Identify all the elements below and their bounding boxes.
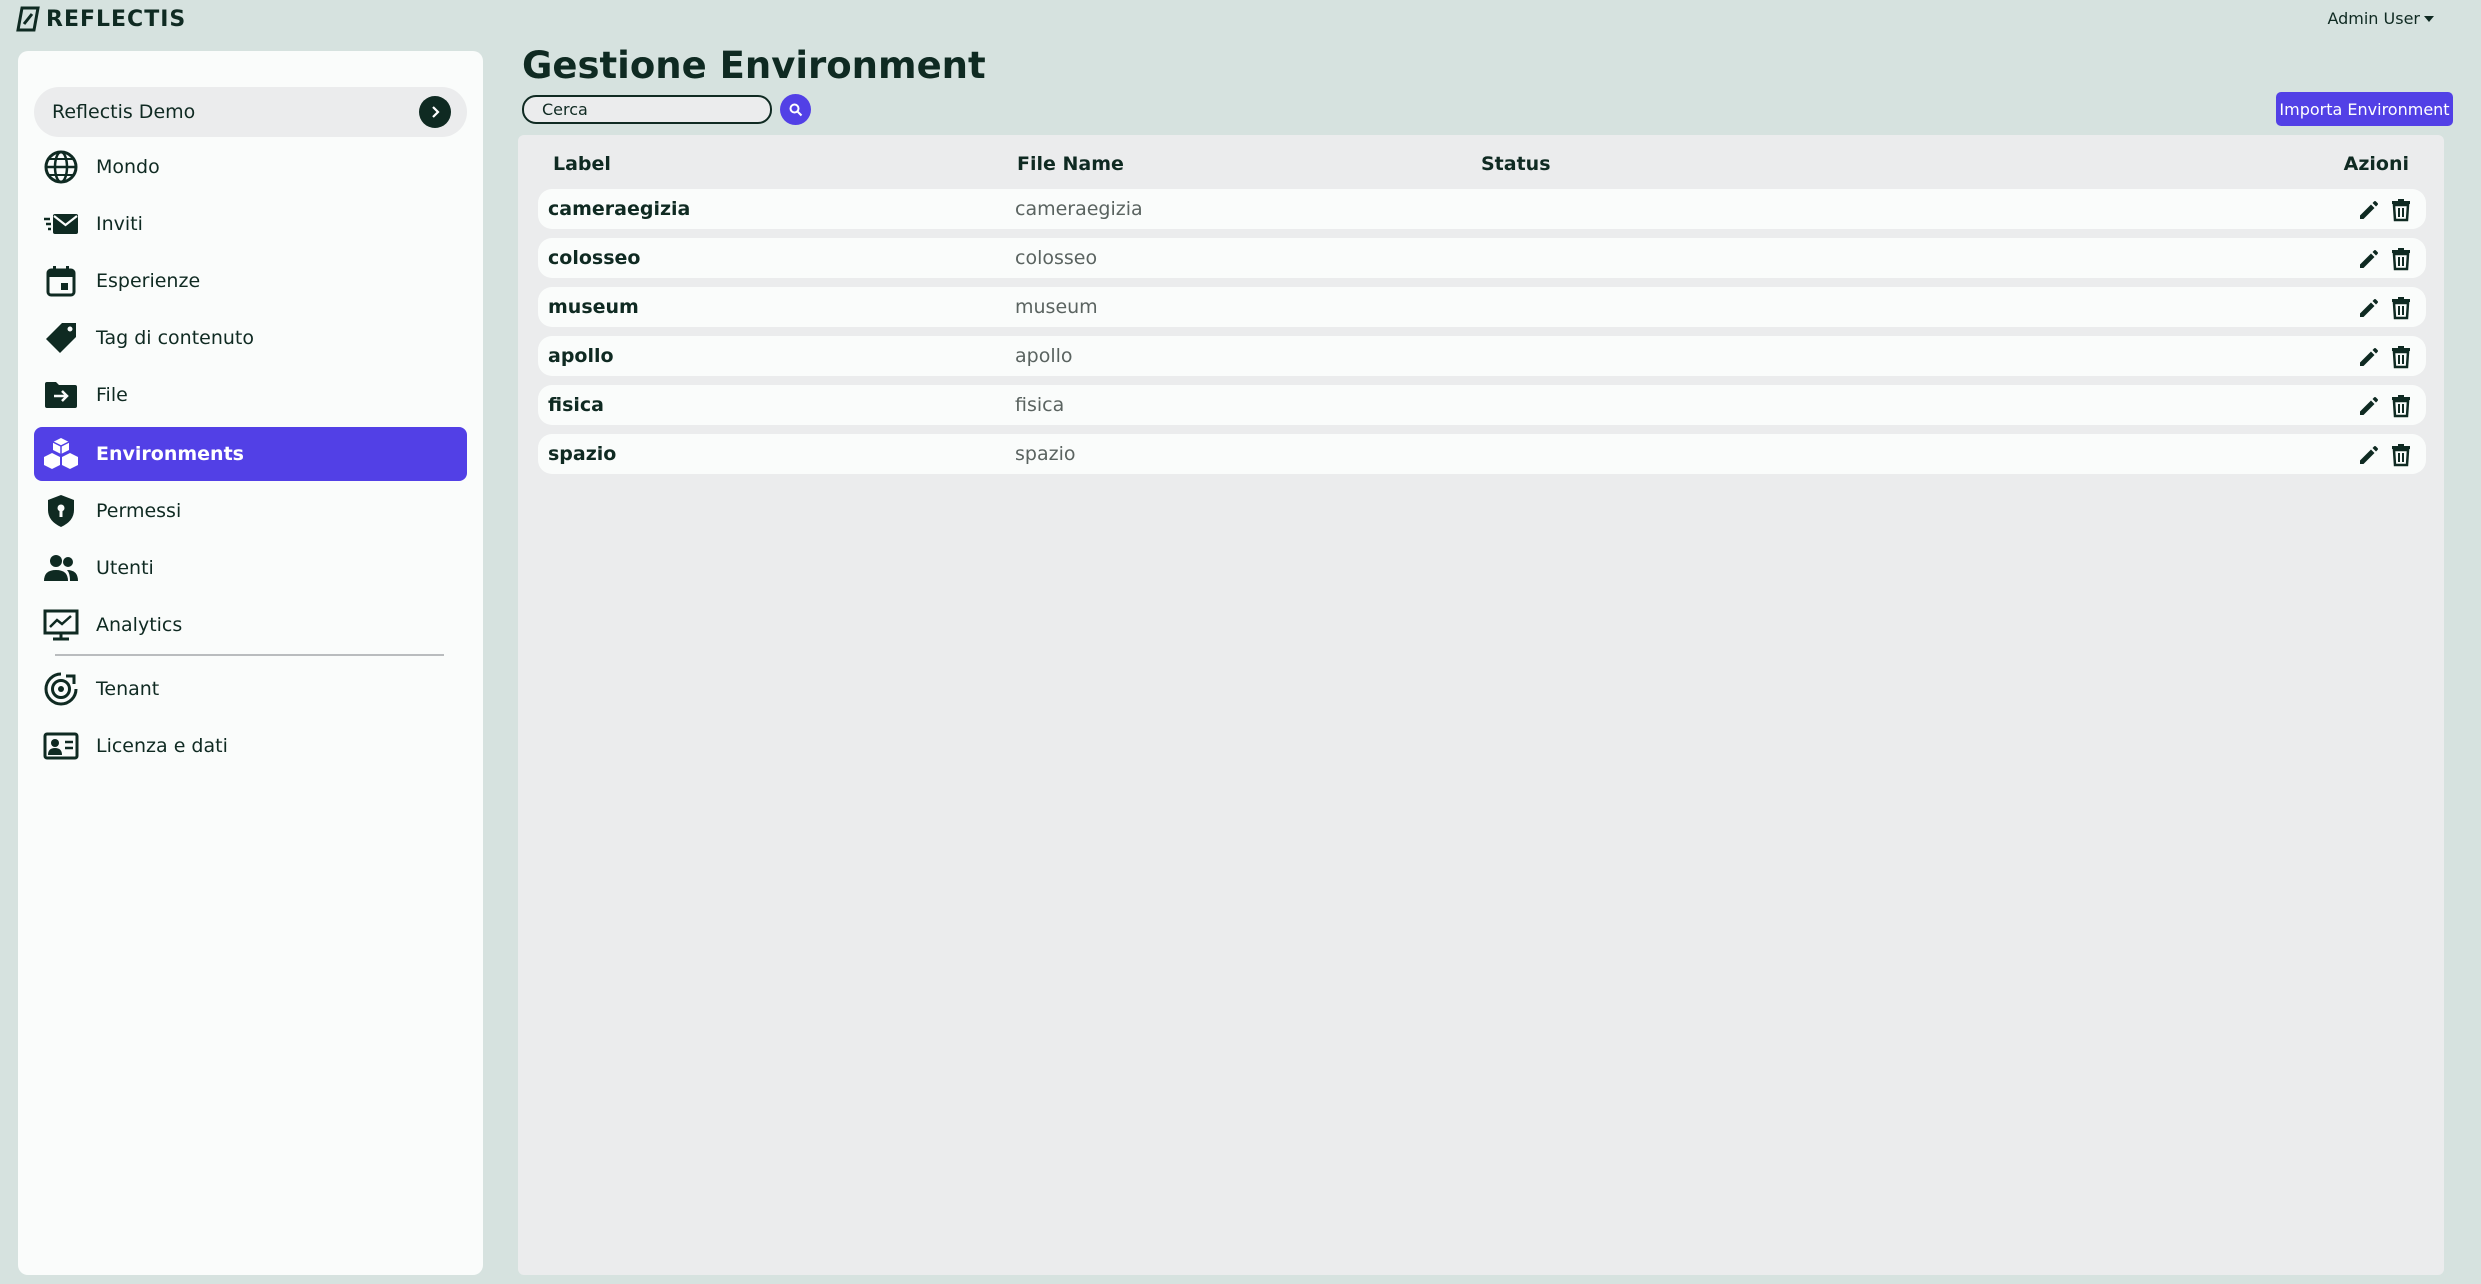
caret-down-icon (2424, 15, 2434, 22)
environments-table: Label File Name Status Azioni cameraegiz… (518, 135, 2444, 1275)
sidebar-item-label: Inviti (96, 213, 143, 235)
column-header-label[interactable]: Label (553, 153, 611, 175)
sidebar-item-licenza[interactable]: Licenza e dati (34, 719, 467, 773)
column-header-status[interactable]: Status (1481, 153, 1551, 175)
sidebar-item-label: Mondo (96, 156, 160, 178)
users-icon (42, 549, 80, 587)
sidebar-item-label: Tag di contenuto (96, 327, 254, 349)
row-label: colosseo (548, 247, 641, 269)
delete-trash-icon[interactable] (2388, 442, 2414, 468)
row-label: spazio (548, 443, 617, 465)
shield-icon (42, 492, 80, 530)
sidebar-item-utenti[interactable]: Utenti (34, 541, 467, 595)
table-row[interactable]: museum museum (538, 287, 2426, 327)
row-file-name: apollo (1015, 345, 1073, 367)
table-row[interactable]: cameraegizia cameraegizia (538, 189, 2426, 229)
sidebar-item-label: Licenza e dati (96, 735, 228, 757)
sidebar-item-tag[interactable]: Tag di contenuto (34, 311, 467, 365)
row-file-name: fisica (1015, 394, 1065, 416)
edit-pencil-icon[interactable] (2356, 393, 2382, 419)
column-header-file-name[interactable]: File Name (1017, 153, 1124, 175)
cubes-icon (42, 435, 80, 473)
table-row[interactable]: apollo apollo (538, 336, 2426, 376)
edit-pencil-icon[interactable] (2356, 295, 2382, 321)
mail-fast-icon (42, 205, 80, 243)
sidebar-item-esperienze[interactable]: Esperienze (34, 254, 467, 308)
sidebar-item-file[interactable]: File (34, 368, 467, 422)
sidebar-item-label: Environments (96, 443, 244, 465)
row-label: museum (548, 296, 639, 318)
row-label: fisica (548, 394, 604, 416)
tenant-selector[interactable]: Reflectis Demo (34, 87, 467, 137)
user-menu[interactable]: Admin User (2327, 9, 2434, 28)
edit-pencil-icon[interactable] (2356, 442, 2382, 468)
row-actions (2356, 344, 2414, 370)
sidebar-item-label: Utenti (96, 557, 154, 579)
search-button[interactable] (780, 94, 811, 125)
sidebar-divider (55, 654, 444, 656)
row-actions (2356, 246, 2414, 272)
row-actions (2356, 197, 2414, 223)
row-actions (2356, 442, 2414, 468)
table-row[interactable]: colosseo colosseo (538, 238, 2426, 278)
reflectis-logo-icon (16, 6, 40, 32)
row-file-name: museum (1015, 296, 1098, 318)
tenant-name: Reflectis Demo (52, 101, 196, 123)
row-actions (2356, 393, 2414, 419)
row-file-name: colosseo (1015, 247, 1098, 269)
delete-trash-icon[interactable] (2388, 246, 2414, 272)
brand-logo[interactable]: REFLECTIS (16, 6, 186, 32)
search-icon (789, 103, 802, 116)
edit-pencil-icon[interactable] (2356, 197, 2382, 223)
calendar-icon (42, 262, 80, 300)
edit-pencil-icon[interactable] (2356, 246, 2382, 272)
table-header: Label File Name Status Azioni (518, 145, 2444, 179)
row-label: cameraegizia (548, 198, 691, 220)
sidebar-item-label: Permessi (96, 500, 182, 522)
id-card-icon (42, 727, 80, 765)
column-header-actions: Azioni (2343, 153, 2409, 175)
delete-trash-icon[interactable] (2388, 393, 2414, 419)
tag-icon (42, 319, 80, 357)
delete-trash-icon[interactable] (2388, 344, 2414, 370)
table-row[interactable]: spazio spazio (538, 434, 2426, 474)
edit-pencil-icon[interactable] (2356, 344, 2382, 370)
page-title: Gestione Environment (522, 44, 986, 87)
row-file-name: cameraegizia (1015, 198, 1143, 220)
folder-move-icon (42, 376, 80, 414)
sidebar-item-label: Analytics (96, 614, 183, 636)
chevron-right-icon[interactable] (419, 96, 451, 128)
table-row[interactable]: fisica fisica (538, 385, 2426, 425)
globe-icon (42, 148, 80, 186)
row-label: apollo (548, 345, 614, 367)
sidebar-item-mondo[interactable]: Mondo (34, 140, 467, 194)
target-icon (42, 670, 80, 708)
sidebar-item-analytics[interactable]: Analytics (34, 598, 467, 652)
monitor-chart-icon (42, 606, 80, 644)
delete-trash-icon[interactable] (2388, 295, 2414, 321)
search-input[interactable] (522, 95, 772, 124)
sidebar-item-label: File (96, 384, 128, 406)
row-actions (2356, 295, 2414, 321)
sidebar-item-label: Esperienze (96, 270, 201, 292)
brand-name: REFLECTIS (46, 6, 187, 32)
user-menu-label: Admin User (2327, 9, 2420, 28)
delete-trash-icon[interactable] (2388, 197, 2414, 223)
sidebar-item-tenant[interactable]: Tenant (34, 662, 467, 716)
sidebar-item-label: Tenant (96, 678, 160, 700)
sidebar-item-permessi[interactable]: Permessi (34, 484, 467, 538)
sidebar-item-environments[interactable]: Environments (34, 427, 467, 481)
sidebar-item-inviti[interactable]: Inviti (34, 197, 467, 251)
sidebar: Reflectis Demo Mondo Inviti Esperienze T… (18, 51, 483, 1275)
row-file-name: spazio (1015, 443, 1076, 465)
import-environment-button[interactable]: Importa Environment (2276, 92, 2453, 126)
